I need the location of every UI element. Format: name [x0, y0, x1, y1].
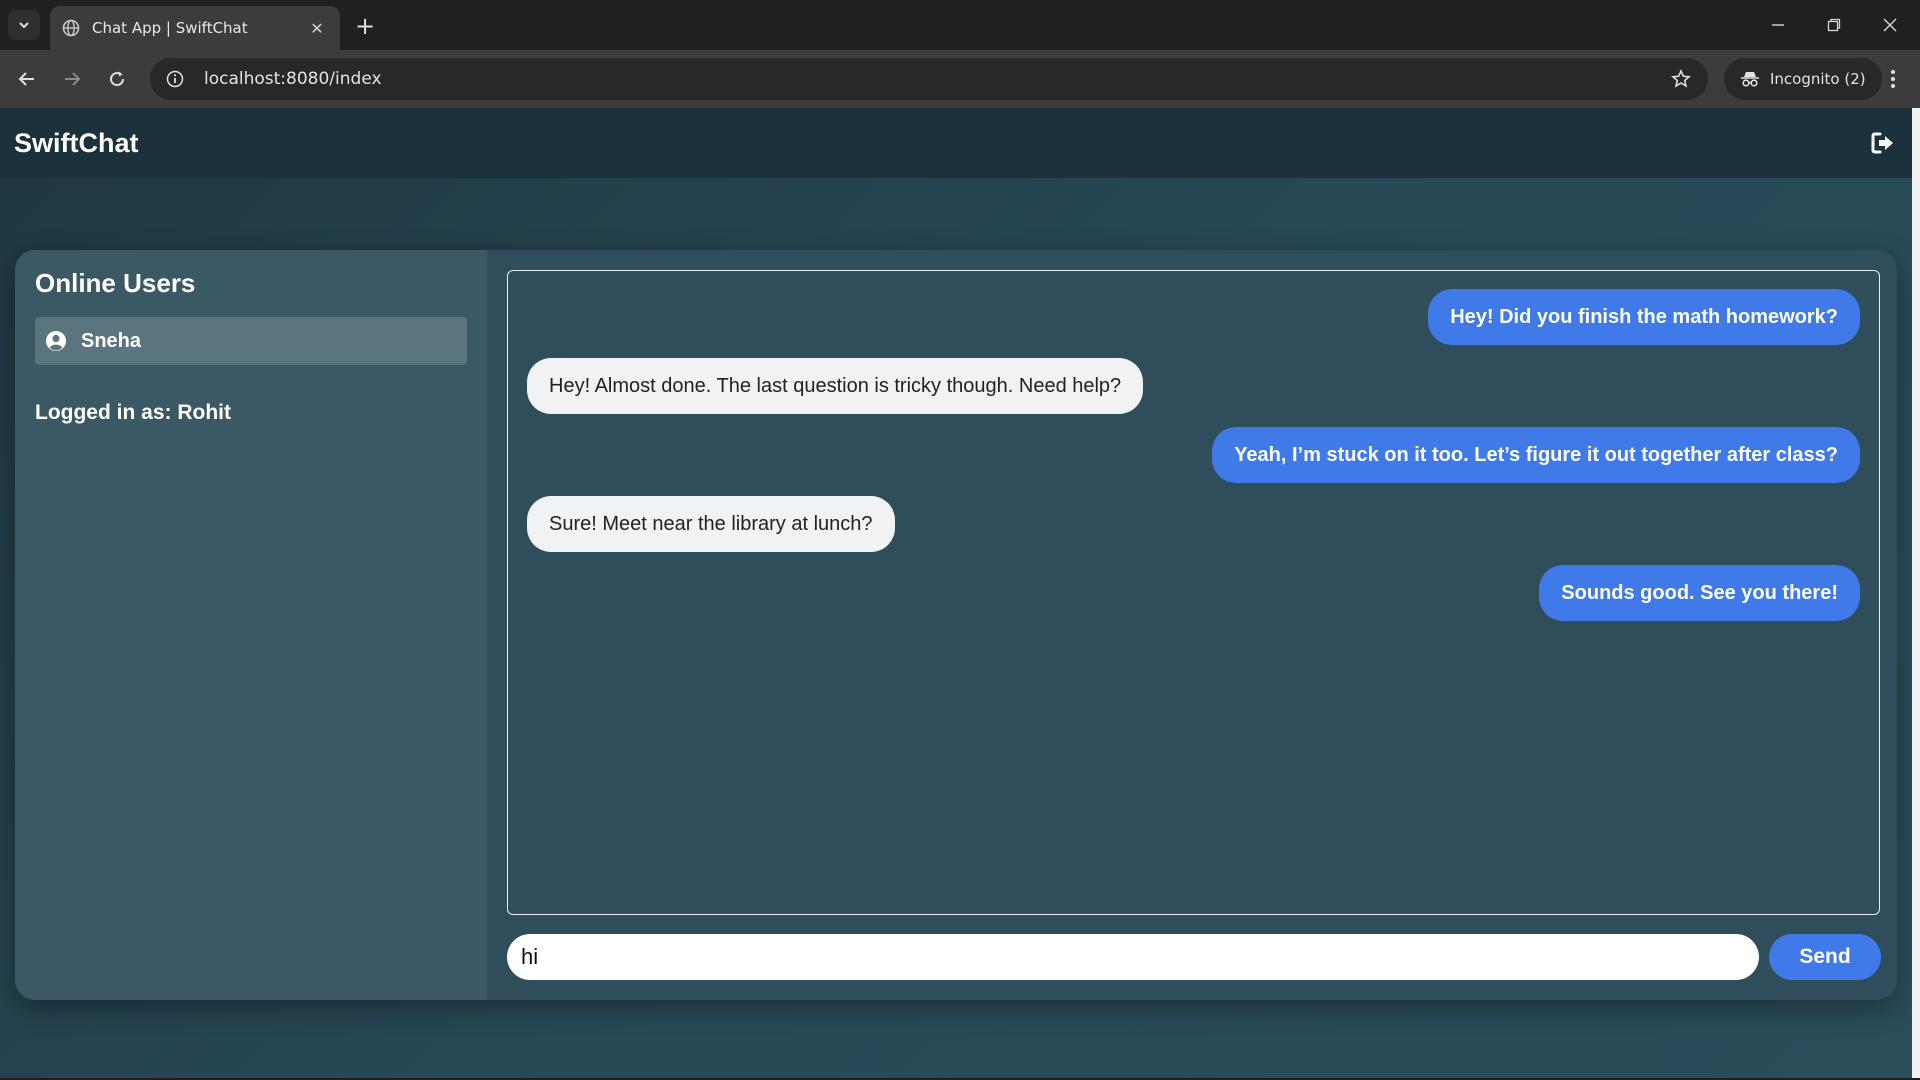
incognito-label: Incognito (2) — [1770, 70, 1866, 88]
chevron-down-icon — [19, 22, 29, 29]
message-composer: Send — [507, 934, 1887, 980]
back-button[interactable] — [10, 62, 44, 96]
minimize-icon — [1772, 24, 1784, 26]
site-info-icon[interactable] — [154, 58, 196, 100]
reload-icon — [110, 71, 125, 87]
minimize-window-button[interactable] — [1750, 0, 1806, 50]
browser-tab-strip: Chat App | SwiftChat ✕ + — [0, 0, 1920, 50]
sidebar-title: Online Users — [35, 268, 196, 298]
app-header: SwiftChat — [0, 108, 1912, 178]
online-users-sidebar: Online Users Sneha Logged in as: Rohit — [15, 250, 487, 1000]
restore-window-button[interactable] — [1806, 0, 1862, 50]
message-bubble-received: Sure! Meet near the library at lunch? — [527, 496, 895, 552]
globe-icon — [62, 19, 80, 37]
message-bubble-sent: Yeah, I’m stuck on it too. Let’s figure … — [1212, 427, 1860, 483]
messages-list[interactable]: Hey! Did you finish the math homework? H… — [507, 270, 1880, 915]
kebab-menu-icon — [1891, 70, 1895, 88]
page-viewport: SwiftChat Online Users Sneha Logged in a… — [0, 108, 1920, 1078]
browser-tab[interactable]: Chat App | SwiftChat ✕ — [50, 6, 340, 50]
page-scrollbar[interactable] — [1912, 108, 1920, 1078]
logout-icon[interactable] — [1868, 128, 1898, 158]
arrow-left-icon — [18, 72, 34, 86]
browser-toolbar: localhost:8080/index Incognito (2) — [0, 50, 1920, 108]
address-bar[interactable]: localhost:8080/index — [150, 58, 1708, 100]
app-brand[interactable]: SwiftChat — [14, 128, 139, 159]
new-tab-button[interactable]: + — [350, 12, 380, 40]
forward-button[interactable] — [55, 62, 89, 96]
incognito-badge[interactable]: Incognito (2) — [1724, 58, 1882, 100]
tab-search-button[interactable] — [8, 10, 40, 40]
arrow-right-icon — [65, 72, 81, 86]
close-tab-icon[interactable]: ✕ — [306, 17, 328, 39]
browser-menu-button[interactable] — [1876, 62, 1910, 96]
close-window-button[interactable] — [1862, 0, 1918, 50]
user-item-sneha[interactable]: Sneha — [35, 317, 467, 365]
chat-card: Online Users Sneha Logged in as: Rohit H… — [15, 250, 1897, 1000]
url-text[interactable]: localhost:8080/index — [204, 69, 1660, 89]
reload-button[interactable] — [100, 62, 134, 96]
message-bubble-received: Hey! Almost done. The last question is t… — [527, 358, 1144, 414]
message-bubble-sent: Sounds good. See you there! — [1539, 565, 1860, 621]
tab-title: Chat App | SwiftChat — [92, 19, 248, 37]
send-button[interactable]: Send — [1769, 934, 1881, 980]
bookmark-star-icon[interactable] — [1660, 58, 1702, 100]
user-circle-icon — [45, 330, 67, 352]
incognito-icon — [1741, 72, 1759, 87]
message-bubble-sent: Hey! Did you finish the math homework? — [1428, 289, 1860, 345]
user-name: Sneha — [81, 329, 142, 352]
close-icon — [1883, 18, 1897, 32]
restore-icon — [1827, 18, 1841, 32]
chat-panel: Hey! Did you finish the math homework? H… — [487, 250, 1897, 1000]
logged-in-status: Logged in as: Rohit — [35, 401, 231, 424]
message-input[interactable] — [507, 934, 1759, 980]
